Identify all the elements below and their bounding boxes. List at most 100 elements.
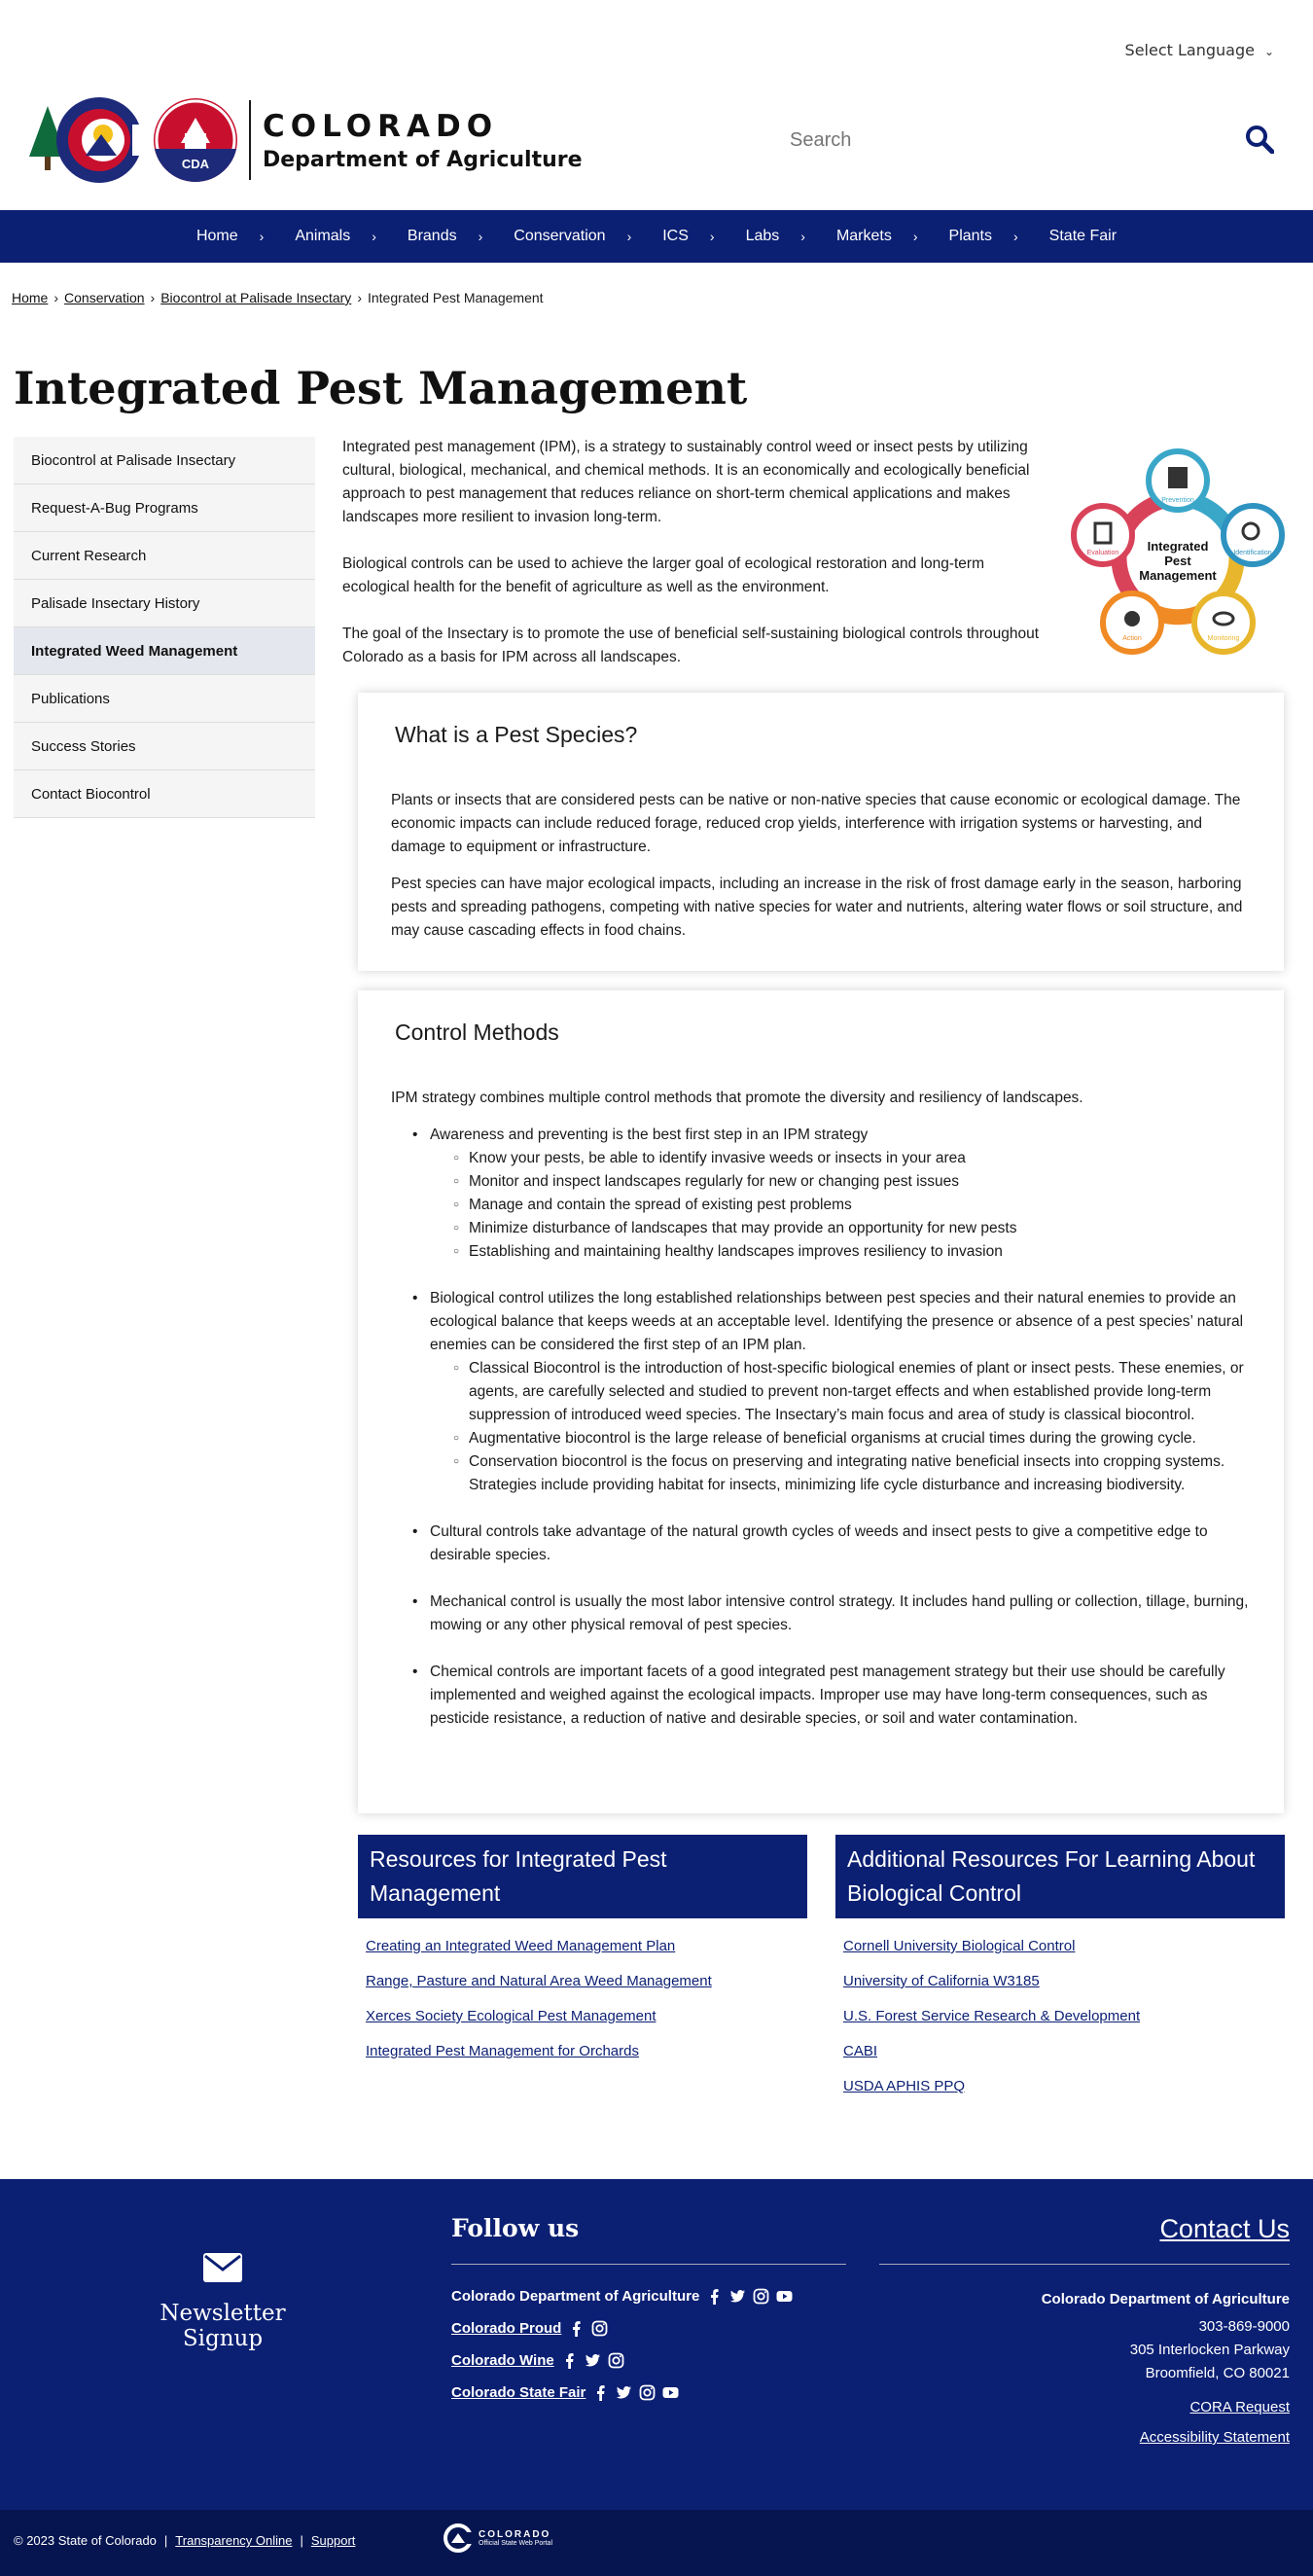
- resource-link[interactable]: Range, Pasture and Natural Area Weed Man…: [366, 1973, 712, 1989]
- newsletter-signup[interactable]: Newsletter Signup: [121, 2253, 325, 2351]
- resource-link[interactable]: Cornell University Biological Control: [843, 1938, 1140, 1954]
- list-item: Minimize disturbance of landscapes that …: [453, 1217, 1251, 1240]
- nav-label: Conservation: [514, 228, 606, 244]
- facebook-icon[interactable]: [561, 2352, 578, 2369]
- sidebar-item-publications[interactable]: Publications: [14, 675, 315, 723]
- sidebar-item-current-research[interactable]: Current Research: [14, 532, 315, 580]
- copyright-text: © 2023 State of Colorado: [14, 2533, 157, 2548]
- instagram-icon[interactable]: [639, 2384, 656, 2401]
- ipm-center-text: Integrated: [1148, 539, 1209, 554]
- identification-label: Identification: [1233, 550, 1271, 556]
- nav-item-conservation[interactable]: Conservation ›: [498, 228, 647, 245]
- follow-name: Colorado Department of Agriculture: [451, 2288, 700, 2305]
- list-item: Chemical controls are important facets o…: [412, 1661, 1251, 1731]
- facebook-icon[interactable]: [706, 2288, 723, 2305]
- sidebar-item-weed-management[interactable]: Integrated Weed Management: [14, 627, 315, 675]
- twitter-icon[interactable]: [729, 2288, 746, 2305]
- sidebar-item-success-stories[interactable]: Success Stories: [14, 723, 315, 770]
- nav-label: Markets: [835, 228, 892, 244]
- resources-ipm-header: Resources for Integrated Pest Management: [358, 1835, 807, 1918]
- official-portal-sub: Official State Web Portal: [479, 2540, 552, 2547]
- language-select[interactable]: Select Language ⌄: [1125, 41, 1274, 59]
- instagram-icon[interactable]: [591, 2320, 608, 2337]
- pest-species-paragraph: Plants or insects that are considered pe…: [391, 792, 1241, 855]
- chevron-right-icon: ›: [709, 229, 715, 244]
- resource-link[interactable]: University of California W3185: [843, 1973, 1140, 1989]
- facebook-icon[interactable]: [568, 2320, 585, 2337]
- chevron-right-icon: ›: [1013, 229, 1018, 244]
- awareness-text: Awareness and preventing is the best fir…: [430, 1127, 869, 1143]
- support-link[interactable]: Support: [311, 2533, 356, 2548]
- control-methods-card: Control Methods IPM strategy combines mu…: [358, 990, 1284, 1813]
- search-input[interactable]: [778, 119, 1225, 161]
- nav-item-state-fair[interactable]: State Fair: [1034, 228, 1132, 245]
- list-item: Monitor and inspect landscapes regularly…: [453, 1170, 1251, 1194]
- follow-us-section: Follow us Colorado Department of Agricul…: [451, 2214, 846, 2416]
- follow-name[interactable]: Colorado State Fair: [451, 2384, 586, 2401]
- contact-address-line: 305 Interlocken Parkway: [1129, 2342, 1290, 2358]
- resource-link[interactable]: U.S. Forest Service Research & Developme…: [843, 2008, 1140, 2024]
- contact-us-link[interactable]: Contact Us: [879, 2214, 1290, 2265]
- instagram-icon[interactable]: [608, 2352, 624, 2369]
- sidebar-item-contact[interactable]: Contact Biocontrol: [14, 770, 315, 818]
- ipm-cycle-graphic: Integrated Pest Management Prevention Id…: [1071, 448, 1285, 655]
- logo-state-text: COLORADO: [263, 108, 499, 144]
- list-item: Mechanical control is usually the most l…: [412, 1591, 1251, 1637]
- list-item: Manage and contain the spread of existin…: [453, 1194, 1251, 1217]
- transparency-online-link[interactable]: Transparency Online: [175, 2533, 292, 2548]
- search-icon[interactable]: [1245, 125, 1274, 154]
- chevron-right-icon: ›: [259, 229, 265, 244]
- accessibility-statement-link[interactable]: Accessibility Statement: [879, 2429, 1290, 2446]
- nav-item-markets[interactable]: Markets ›: [821, 228, 934, 245]
- nav-label: Labs: [745, 228, 780, 244]
- resources-bio-list: Cornell University Biological Control Un…: [843, 1938, 1140, 2113]
- chevron-right-icon: ›: [912, 229, 918, 244]
- prevention-label: Prevention: [1161, 497, 1194, 504]
- nav-item-ics[interactable]: ICS ›: [647, 228, 729, 245]
- evaluation-label: Evaluation: [1087, 550, 1119, 556]
- biological-text: Biological control utilizes the long est…: [430, 1290, 1244, 1353]
- follow-row-colorado-proud: Colorado Proud: [451, 2320, 846, 2337]
- nav-label: Animals: [295, 228, 351, 244]
- breadcrumb-current: Integrated Pest Management: [367, 290, 544, 305]
- breadcrumb-conservation[interactable]: Conservation: [64, 290, 145, 305]
- nav-item-animals[interactable]: Animals ›: [279, 228, 392, 245]
- resource-link[interactable]: Creating an Integrated Weed Management P…: [366, 1938, 712, 1954]
- sidebar-item-insectary-history[interactable]: Palisade Insectary History: [14, 580, 315, 627]
- control-methods-title: Control Methods: [395, 1020, 559, 1045]
- breadcrumb-biocontrol[interactable]: Biocontrol at Palisade Insectary: [160, 290, 351, 305]
- instagram-icon[interactable]: [753, 2288, 769, 2305]
- twitter-icon[interactable]: [585, 2352, 601, 2369]
- list-item: Augmentative biocontrol is the large rel…: [453, 1427, 1251, 1450]
- follow-us-title: Follow us: [451, 2214, 846, 2265]
- pest-species-card: What is a Pest Species? Plants or insect…: [358, 693, 1284, 971]
- list-item: Know your pests, be able to identify inv…: [453, 1147, 1251, 1170]
- nav-item-plants[interactable]: Plants ›: [934, 228, 1034, 245]
- breadcrumb-home[interactable]: Home: [12, 290, 48, 305]
- list-item: Cultural controls take advantage of the …: [412, 1521, 1251, 1567]
- follow-name[interactable]: Colorado Proud: [451, 2320, 561, 2337]
- youtube-icon[interactable]: [662, 2384, 679, 2401]
- resource-link[interactable]: Xerces Society Ecological Pest Managemen…: [366, 2008, 712, 2024]
- follow-name[interactable]: Colorado Wine: [451, 2352, 554, 2369]
- resource-link[interactable]: USDA APHIS PPQ: [843, 2078, 1140, 2094]
- monitoring-label: Monitoring: [1208, 635, 1240, 642]
- official-portal-logo[interactable]: COLORADO Official State Web Portal: [442, 2523, 552, 2553]
- breadcrumb-separator: ›: [53, 290, 59, 305]
- cora-request-link[interactable]: CORA Request: [879, 2399, 1290, 2415]
- contact-phone: 303-869-9000: [1198, 2318, 1290, 2335]
- nav-item-brands[interactable]: Brands ›: [392, 228, 498, 245]
- resource-link[interactable]: Integrated Pest Management for Orchards: [366, 2043, 712, 2059]
- youtube-icon[interactable]: [776, 2288, 793, 2305]
- awareness-sublist: Know your pests, be able to identify inv…: [453, 1147, 1251, 1264]
- ipm-center-text: Pest: [1164, 554, 1191, 568]
- nav-item-labs[interactable]: Labs ›: [730, 228, 821, 245]
- twitter-icon[interactable]: [616, 2384, 632, 2401]
- follow-row-state-fair: Colorado State Fair: [451, 2384, 846, 2401]
- nav-item-home[interactable]: Home ›: [181, 228, 279, 245]
- facebook-icon[interactable]: [592, 2384, 609, 2401]
- resource-link[interactable]: CABI: [843, 2043, 1140, 2059]
- sidebar-item-biocontrol[interactable]: Biocontrol at Palisade Insectary: [14, 437, 315, 484]
- cda-logo[interactable]: CDA COLORADO Department of Agriculture: [29, 95, 583, 185]
- sidebar-item-request-a-bug[interactable]: Request-A-Bug Programs: [14, 484, 315, 532]
